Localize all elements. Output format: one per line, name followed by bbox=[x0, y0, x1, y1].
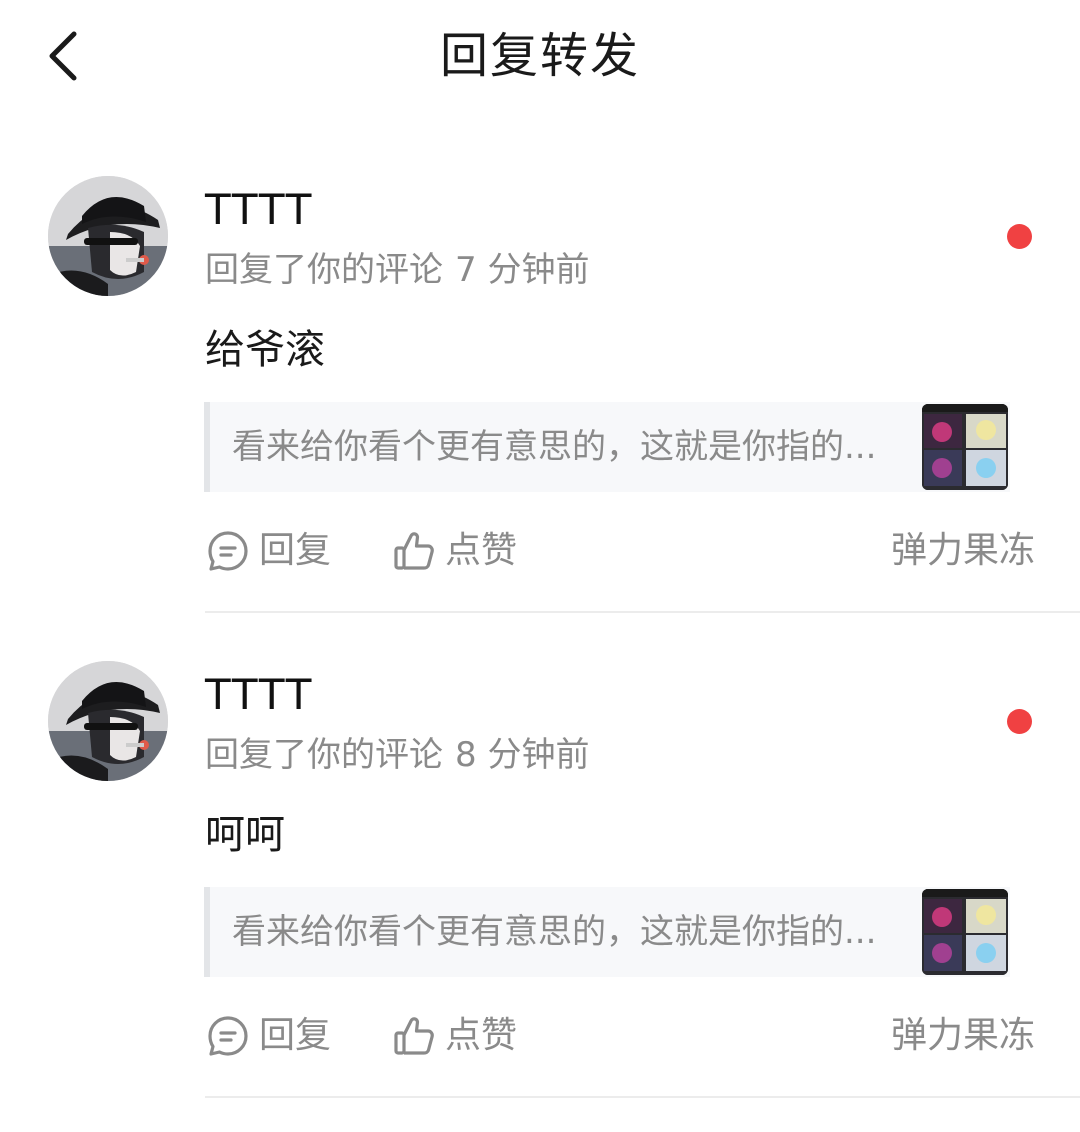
timestamp: 7 分钟前 bbox=[455, 250, 590, 290]
unread-dot bbox=[1007, 224, 1032, 249]
unread-dot bbox=[1007, 709, 1032, 734]
like-button[interactable]: 点赞 bbox=[391, 1011, 517, 1061]
avatar-image bbox=[48, 661, 168, 781]
username[interactable]: TTTT bbox=[205, 184, 313, 236]
reply-content: 给爷滚 bbox=[205, 327, 325, 373]
quoted-post-thumbnail bbox=[922, 889, 1008, 975]
source-label[interactable]: 弹力果冻 bbox=[891, 526, 1035, 576]
avatar[interactable] bbox=[48, 661, 168, 781]
avatar[interactable] bbox=[48, 176, 168, 296]
like-label: 点赞 bbox=[445, 1015, 518, 1056]
header-bar: 回复转发 bbox=[0, 0, 1080, 112]
source-label[interactable]: 弹力果冻 bbox=[891, 1011, 1035, 1061]
notification-item[interactable]: TTTT 回复了你的评论 7 分钟前 给爷滚 看来给你看个更有意思的，这就是你指的… bbox=[0, 176, 1080, 661]
avatar-image bbox=[48, 176, 168, 296]
notification-meta: 回复了你的评论 8 分钟前 bbox=[205, 733, 589, 777]
quoted-post-thumbnail bbox=[922, 404, 1008, 490]
divider bbox=[205, 611, 1080, 613]
action-bar: 回复 点赞 弹力果冻 bbox=[205, 526, 1035, 576]
comment-icon bbox=[208, 531, 248, 571]
thumbs-up-icon bbox=[394, 1017, 434, 1055]
page-title: 回复转发 bbox=[439, 28, 640, 84]
reply-label: 回复 bbox=[259, 530, 332, 571]
comment-icon bbox=[208, 1016, 248, 1056]
reply-label: 回复 bbox=[259, 1015, 332, 1056]
quoted-comment[interactable]: 看来给你看个更有意思的，这就是你指的... bbox=[204, 887, 1010, 977]
quoted-comment-text: 看来给你看个更有意思的，这就是你指的... bbox=[232, 912, 877, 952]
divider bbox=[205, 1096, 1080, 1098]
quoted-comment[interactable]: 看来给你看个更有意思的，这就是你指的... bbox=[204, 402, 1010, 492]
like-button[interactable]: 点赞 bbox=[391, 526, 517, 576]
quoted-comment-text: 看来给你看个更有意思的，这就是你指的... bbox=[232, 427, 877, 467]
reply-button[interactable]: 回复 bbox=[205, 1011, 331, 1061]
thumbs-up-icon bbox=[394, 532, 434, 570]
username[interactable]: TTTT bbox=[205, 669, 313, 721]
action-bar: 回复 点赞 弹力果冻 bbox=[205, 1011, 1035, 1061]
like-label: 点赞 bbox=[445, 530, 518, 571]
action-text: 回复了你的评论 bbox=[205, 250, 443, 290]
notification-meta: 回复了你的评论 7 分钟前 bbox=[205, 248, 589, 292]
reply-button[interactable]: 回复 bbox=[205, 526, 331, 576]
thumbnail-image bbox=[922, 889, 1008, 975]
action-text: 回复了你的评论 bbox=[205, 735, 443, 775]
timestamp: 8 分钟前 bbox=[455, 735, 590, 775]
thumbnail-image bbox=[922, 404, 1008, 490]
notification-item[interactable]: TTTT 回复了你的评论 8 分钟前 呵呵 看来给你看个更有意思的，这就是你指的.… bbox=[0, 661, 1080, 1132]
reply-content: 呵呵 bbox=[205, 812, 285, 858]
